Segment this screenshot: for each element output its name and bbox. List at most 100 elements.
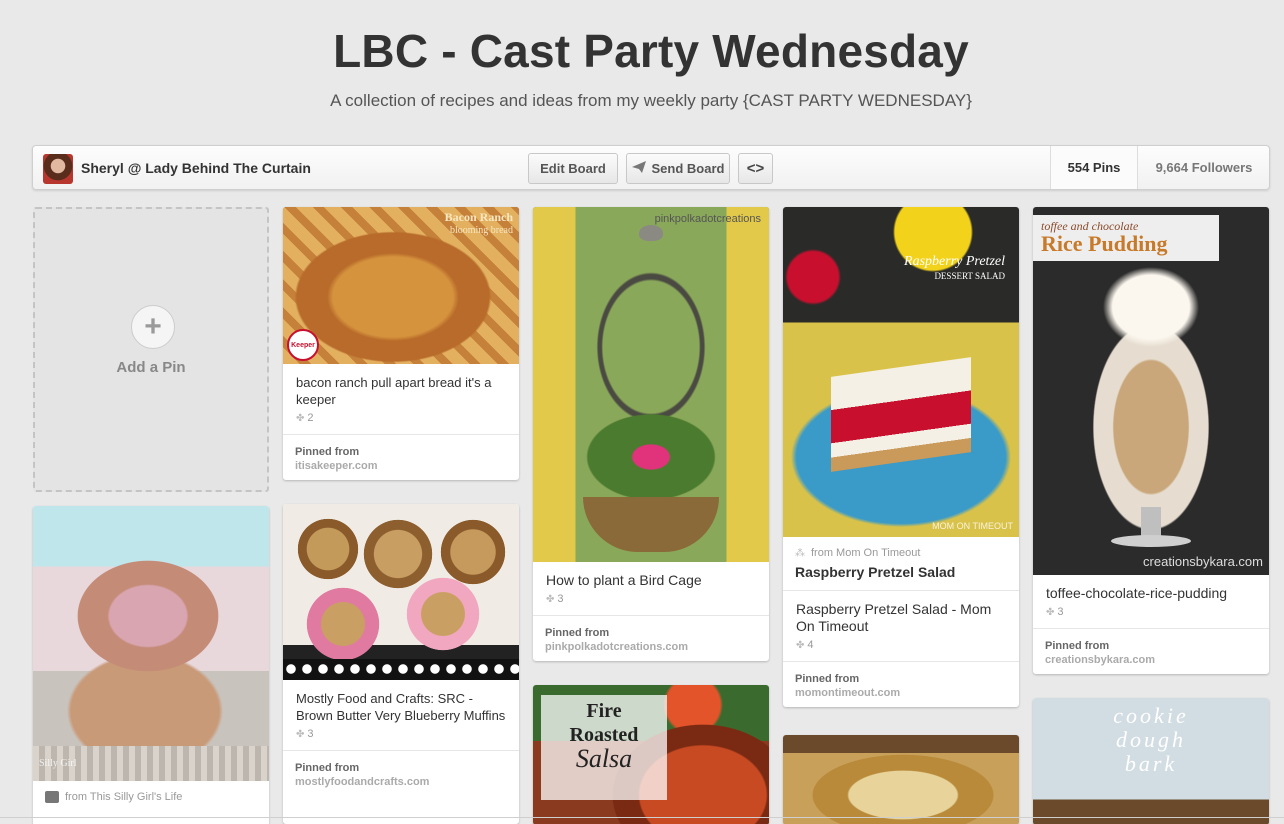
image-title-line: Rice Pudding (1041, 231, 1168, 256)
followers-count-tab[interactable]: 9,664 Followers (1138, 146, 1270, 189)
pin-source-line[interactable]: ⁂ from Mom On Timeout (783, 537, 1019, 559)
pin-description: bacon ranch pull apart bread it's a keep… (296, 375, 492, 407)
pin-card[interactable]: pinkpolkadotcreations How to plant a Bir… (533, 207, 769, 661)
pinned-from-label: Pinned from (295, 762, 360, 774)
pin-card[interactable]: Fire Roasted Salsa (533, 685, 769, 824)
repin-number: 3 (307, 728, 314, 740)
repin-icon: ✤ (296, 412, 305, 424)
pin-from-text: from Mom On Timeout (811, 547, 921, 559)
pinned-from[interactable]: Pinned from itisakeeper.com (283, 434, 519, 480)
image-watermark: pinkpolkadotcreations (654, 213, 761, 225)
pin-card[interactable]: toffee and chocolate Rice Pudding creati… (1033, 207, 1269, 674)
pin-card[interactable]: Raspberry Pretzel DESSERT SALAD MOM ON T… (783, 207, 1019, 707)
image-title-line: bark (1124, 751, 1178, 776)
keeper-badge-text: Keeper (291, 341, 315, 349)
add-pin-button[interactable]: + Add a Pin (33, 207, 269, 492)
pinned-from-label: Pinned from (795, 673, 860, 685)
pinned-from-label: Pinned from (295, 446, 360, 458)
add-pin-label: Add a Pin (116, 359, 186, 376)
site-icon: ⁂ (795, 547, 805, 559)
image-title: cookie dough bark (1033, 704, 1269, 776)
pin-card[interactable]: cookie dough bark (1033, 698, 1269, 824)
image-title: toffee and chocolate Rice Pudding (1041, 217, 1168, 256)
sundae-stem (1141, 507, 1161, 537)
board-title: LBC - Cast Party Wednesday (333, 25, 969, 77)
pinned-from-source[interactable]: pinkpolkadotcreations.com (545, 641, 757, 653)
pin-image[interactable] (783, 735, 1019, 824)
pinned-from-source[interactable]: mostlyfoodandcrafts.com (295, 776, 507, 788)
repin-count: ✤ 4 (783, 635, 1019, 661)
pin-image[interactable]: cookie dough bark (1033, 698, 1269, 824)
edit-board-label: Edit Board (540, 161, 606, 176)
repin-number: 3 (1057, 606, 1064, 618)
image-title: Fire Roasted Salsa (541, 699, 667, 773)
edit-board-button[interactable]: Edit Board (528, 153, 618, 184)
board-toolbar: Sheryl @ Lady Behind The Curtain Edit Bo… (32, 145, 1270, 190)
image-watermark: Silly Girl (39, 758, 77, 769)
pins-count-tab[interactable]: 554 Pins (1050, 146, 1138, 189)
pins-count: 554 Pins (1067, 160, 1121, 175)
pin-icon (45, 791, 59, 803)
pinned-from-source[interactable]: itisakeeper.com (295, 460, 507, 472)
rich-pin-title[interactable]: Raspberry Pretzel Salad (783, 559, 1019, 591)
repin-count: ✤ 3 (533, 589, 769, 615)
pin-image[interactable]: toffee and chocolate Rice Pudding creati… (1033, 207, 1269, 575)
image-title-line: Bacon Ranch (444, 210, 513, 224)
pinned-from-source[interactable]: creationsbykara.com (1045, 654, 1257, 666)
pin-source-line[interactable]: from This Silly Girl's Life (33, 781, 269, 803)
pin-image[interactable]: Fire Roasted Salsa (533, 685, 769, 824)
repin-icon: ✤ (1046, 606, 1055, 618)
pin-card[interactable]: Mostly Food and Crafts: SRC - Brown Butt… (283, 504, 519, 824)
followers-count: 9,664 Followers (1155, 160, 1253, 175)
pinned-from[interactable]: Pinned from creationsbykara.com (1033, 628, 1269, 674)
image-title-line: Salsa (575, 744, 633, 773)
pinned-from[interactable]: Pinned from mostlyfoodandcrafts.com (283, 750, 519, 796)
pin-from-text: from This Silly Girl's Life (65, 791, 183, 803)
send-board-button[interactable]: Send Board (626, 153, 730, 184)
code-icon: <> (746, 160, 765, 177)
pin-description: toffee-chocolate-rice-pudding (1046, 585, 1228, 601)
pin-card[interactable]: Bacon Ranch blooming bread Keeper bacon … (283, 207, 519, 480)
repin-count: ✤ 3 (283, 724, 519, 750)
image-title-line: Raspberry Pretzel (904, 254, 1005, 269)
avatar[interactable] (43, 154, 73, 184)
pin-description: Raspberry Pretzel Salad - Mom On Timeout (796, 601, 992, 634)
polka-dot-band (283, 659, 519, 680)
send-icon (631, 161, 646, 176)
image-title-line: blooming bread (449, 225, 513, 236)
repin-number: 3 (557, 593, 564, 605)
repin-number: 2 (307, 412, 314, 424)
keeper-badge: Keeper (287, 329, 319, 361)
pinned-from-label: Pinned from (1045, 640, 1110, 652)
sundae-foot (1111, 535, 1191, 547)
pin-card[interactable]: Silly Girl from This Silly Girl's Life (33, 506, 269, 824)
bottom-divider (0, 817, 1284, 818)
repin-number: 4 (807, 639, 814, 651)
pin-image[interactable]: Silly Girl (33, 506, 269, 781)
pin-image[interactable]: Bacon Ranch blooming bread Keeper (283, 207, 519, 364)
pin-description: How to plant a Bird Cage (546, 572, 702, 588)
image-title-line: dough (1116, 727, 1186, 752)
pinned-from[interactable]: Pinned from pinkpolkadotcreations.com (533, 615, 769, 661)
send-board-label: Send Board (651, 161, 725, 176)
repin-count: ✤ 3 (1033, 602, 1269, 628)
pinned-from-source[interactable]: momontimeout.com (795, 687, 1007, 699)
pinned-from[interactable]: Pinned from momontimeout.com (783, 661, 1019, 707)
plus-icon: + (131, 305, 175, 349)
repin-icon: ✤ (296, 728, 305, 740)
repin-icon: ✤ (546, 593, 555, 605)
dessert-slice (831, 357, 971, 472)
pin-image[interactable]: Raspberry Pretzel DESSERT SALAD MOM ON T… (783, 207, 1019, 537)
pin-image[interactable]: pinkpolkadotcreations (533, 207, 769, 562)
owner-name[interactable]: Sheryl @ Lady Behind The Curtain (81, 160, 311, 176)
image-title-line: Fire (586, 700, 622, 722)
embed-button[interactable]: <> (738, 153, 773, 184)
image-title: Bacon Ranch blooming bread (445, 211, 513, 237)
birdcage-base (583, 497, 719, 552)
pin-card[interactable] (783, 735, 1019, 824)
image-title-line: DESSERT SALAD (934, 271, 1005, 281)
repin-count: ✤ 2 (283, 408, 519, 434)
pin-image[interactable] (283, 504, 519, 680)
repin-icon: ✤ (796, 639, 805, 651)
image-title-line: cookie (1113, 703, 1189, 728)
